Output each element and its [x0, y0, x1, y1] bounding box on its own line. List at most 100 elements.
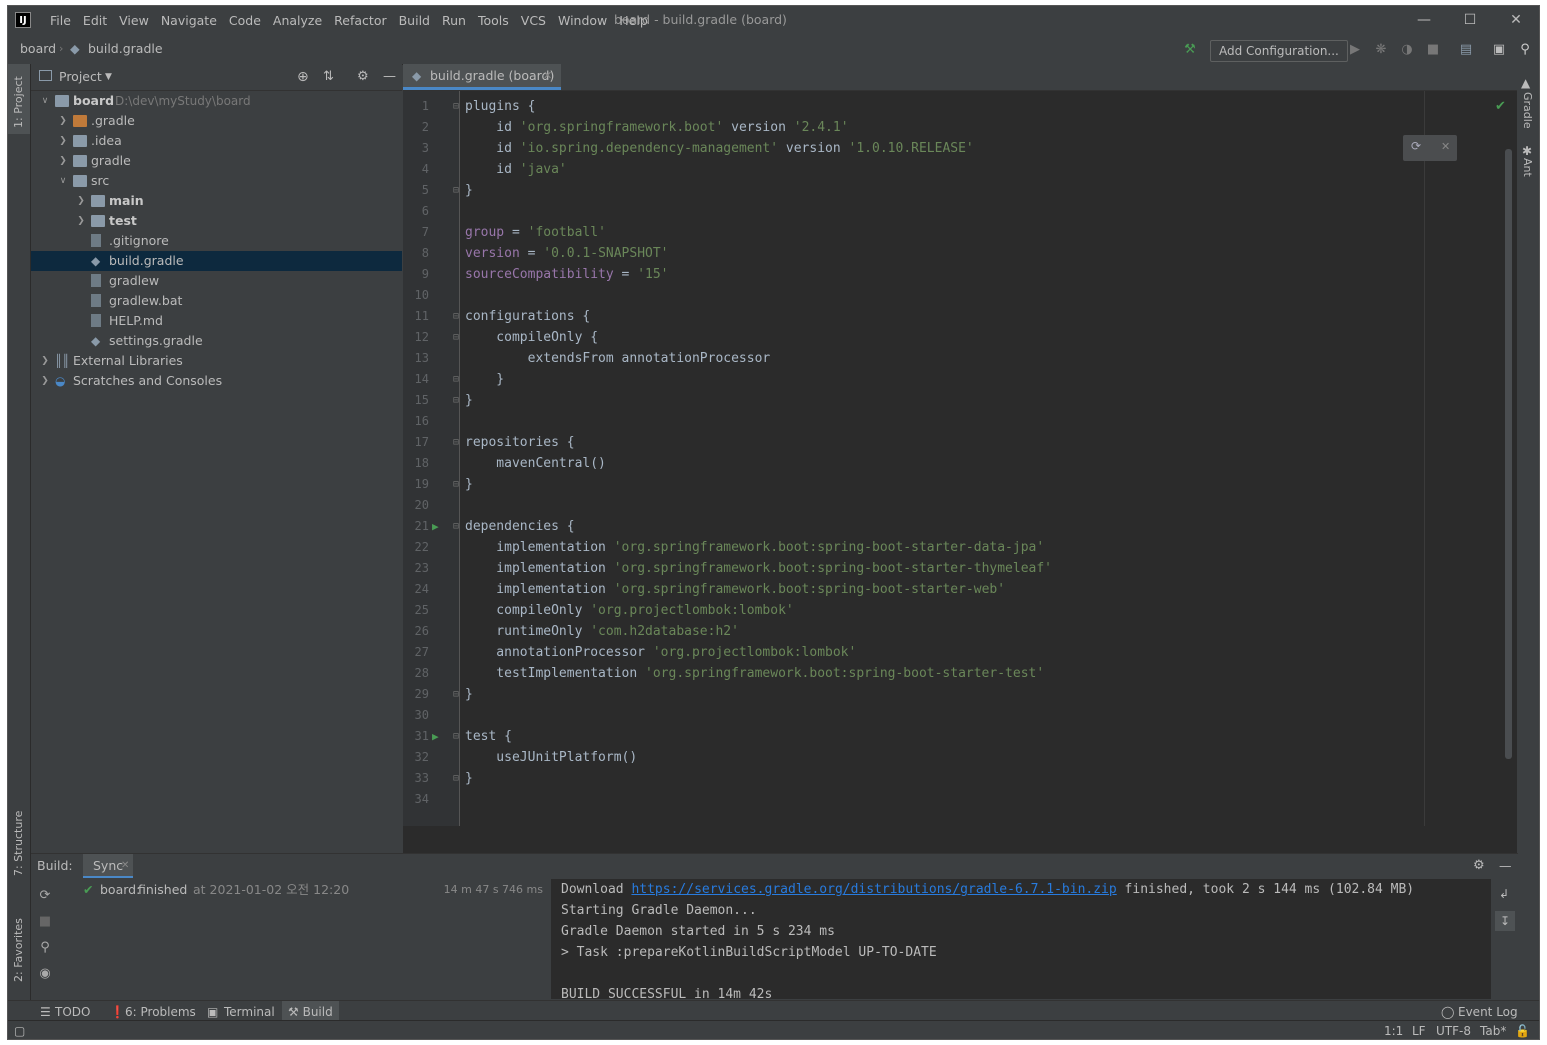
fold-marker-icon[interactable]: ⊟	[453, 390, 459, 411]
chevron-right-icon[interactable]: ❯	[57, 111, 69, 131]
caret-position[interactable]: 1:1	[1384, 1021, 1403, 1039]
gradle-tool-button[interactable]: Gradle	[1521, 92, 1534, 129]
chevron-right-icon[interactable]: ❯	[75, 191, 87, 211]
menu-item-tools[interactable]: Tools	[472, 6, 515, 36]
run-gutter-icon[interactable]: ▶	[432, 516, 439, 537]
tree-item[interactable]: .gitignore	[31, 231, 402, 251]
chevron-right-icon[interactable]: ❯	[39, 371, 51, 391]
code-line[interactable]: 26 runtimeOnly 'com.h2database:h2'	[403, 621, 1513, 642]
fold-marker-icon[interactable]: ⊟	[453, 516, 459, 537]
menu-item-vcs[interactable]: VCS	[515, 6, 552, 36]
build-result-row[interactable]: ✔ board: finished at 2021-01-02 오전 12:20…	[61, 879, 547, 901]
tree-item[interactable]: ∨ board D:\dev\myStudy\board	[31, 91, 402, 111]
code-line[interactable]: 33 ⊟}	[403, 768, 1513, 789]
project-structure-icon[interactable]: ▤	[1457, 41, 1475, 59]
tree-item[interactable]: ❯ ║║ External Libraries	[31, 351, 402, 371]
menu-item-file[interactable]: File	[44, 6, 77, 36]
tab-build-gradle[interactable]: ◆ build.gradle (board) ✕	[403, 64, 561, 90]
indent-setting[interactable]: Tab*	[1480, 1021, 1506, 1039]
inspection-ok-icon[interactable]: ✔	[1495, 99, 1506, 114]
stop-icon[interactable]: ■	[1424, 41, 1442, 59]
code-line[interactable]: 24 implementation 'org.springframework.b…	[403, 579, 1513, 600]
menu-item-build[interactable]: Build	[393, 6, 436, 36]
chevron-right-icon[interactable]: ❯	[57, 151, 69, 171]
menu-item-window[interactable]: Window	[552, 6, 613, 36]
stop-icon[interactable]: ■	[37, 914, 53, 930]
tree-item[interactable]: ❯ ◒ Scratches and Consoles	[31, 371, 402, 391]
code-line[interactable]: 30	[403, 705, 1513, 726]
code-line[interactable]: 29 ⊟}	[403, 684, 1513, 705]
code-line[interactable]: 16	[403, 411, 1513, 432]
chevron-down-icon[interactable]: ∨	[39, 91, 51, 111]
file-encoding[interactable]: UTF-8	[1436, 1021, 1471, 1039]
breadcrumb-file[interactable]: build.gradle	[88, 36, 163, 62]
close-tab-icon[interactable]: ✕	[543, 64, 552, 88]
editor-scrollbar[interactable]	[1505, 149, 1512, 759]
breadcrumb-project[interactable]: board	[20, 36, 56, 62]
close-icon[interactable]: ✕	[1441, 140, 1450, 153]
toggle-tool-windows-icon[interactable]: ▢	[14, 1021, 25, 1039]
tree-item[interactable]: ❯ test	[31, 211, 402, 231]
code-line[interactable]: 27 annotationProcessor 'org.projectlombo…	[403, 642, 1513, 663]
hide-icon[interactable]: —	[1499, 854, 1512, 878]
menu-item-analyze[interactable]: Analyze	[267, 6, 328, 36]
tab-sync[interactable]: Sync ✕	[83, 854, 133, 878]
code-line[interactable]: 19 ⊟}	[403, 474, 1513, 495]
run-icon[interactable]: ▶	[1346, 41, 1364, 59]
ant-tool-button[interactable]: Ant	[1521, 158, 1534, 177]
code-line[interactable]: 2 id 'org.springframework.boot' version …	[403, 117, 1513, 138]
gear-icon[interactable]: ⚙	[357, 64, 369, 90]
code-line[interactable]: 12 ⊟ compileOnly {	[403, 327, 1513, 348]
code-line[interactable]: 7 group = 'football'	[403, 222, 1513, 243]
code-line[interactable]: 18 mavenCentral()	[403, 453, 1513, 474]
maximize-icon[interactable]: ☐	[1447, 6, 1493, 34]
gear-icon[interactable]: ⚙	[1473, 854, 1485, 878]
hammer-icon[interactable]: ⚒	[1181, 41, 1199, 59]
chevron-right-icon[interactable]: ❯	[57, 131, 69, 151]
tree-item[interactable]: ❯ main	[31, 191, 402, 211]
fold-marker-icon[interactable]: ⊟	[453, 369, 459, 390]
pin-icon[interactable]: ⚲	[37, 940, 53, 956]
fold-marker-icon[interactable]: ⊟	[453, 306, 459, 327]
hide-icon[interactable]: —	[383, 64, 396, 90]
debug-icon[interactable]: ❋	[1372, 41, 1390, 59]
coverage-icon[interactable]: ◑	[1398, 41, 1416, 59]
tree-item[interactable]: ❯ gradle	[31, 151, 402, 171]
tree-item[interactable]: ◆ build.gradle	[31, 251, 402, 271]
code-line[interactable]: 13 extendsFrom annotationProcessor	[403, 348, 1513, 369]
close-tab-icon[interactable]: ✕	[121, 854, 129, 878]
soft-wrap-icon[interactable]: ↲	[1499, 887, 1509, 901]
collapse-all-icon[interactable]: ⇅	[323, 64, 334, 90]
fold-marker-icon[interactable]: ⊟	[453, 684, 459, 705]
tree-item[interactable]: ❯ .idea	[31, 131, 402, 151]
project-tool-button[interactable]: 1: Project	[12, 76, 25, 128]
code-line[interactable]: 6	[403, 201, 1513, 222]
menu-item-run[interactable]: Run	[436, 6, 472, 36]
code-line[interactable]: 32 useJUnitPlatform()	[403, 747, 1513, 768]
chevron-down-icon[interactable]: ∨	[57, 171, 69, 191]
close-icon[interactable]: ✕	[1493, 6, 1539, 34]
code-line[interactable]: 4 id 'java'	[403, 159, 1513, 180]
code-line[interactable]: 31 ▶ ⊟ test {	[403, 726, 1513, 747]
add-configuration-button[interactable]: Add Configuration...	[1210, 40, 1348, 62]
chevron-down-icon[interactable]: ▼	[105, 64, 112, 90]
eye-icon[interactable]: ◉	[37, 966, 53, 982]
favorites-tool-button[interactable]: 2: Favorites	[12, 918, 25, 982]
tree-item[interactable]: gradlew.bat	[31, 291, 402, 311]
code-line[interactable]: 11 ⊟ configurations {	[403, 306, 1513, 327]
gradle-reload-icon[interactable]: ⟳	[1411, 139, 1421, 153]
tree-item[interactable]: HELP.md	[31, 311, 402, 331]
lock-icon[interactable]: 🔓	[1515, 1021, 1530, 1039]
tree-item[interactable]: ◆ settings.gradle	[31, 331, 402, 351]
minimize-icon[interactable]: —	[1401, 6, 1447, 34]
scroll-to-end-icon[interactable]: ↧	[1495, 911, 1515, 931]
tree-item[interactable]: ❯ .gradle	[31, 111, 402, 131]
locate-icon[interactable]: ⊕	[297, 64, 309, 90]
code-line[interactable]: 15 ⊟}	[403, 390, 1513, 411]
fold-marker-icon[interactable]: ⊟	[453, 432, 459, 453]
run-gutter-icon[interactable]: ▶	[432, 726, 439, 747]
tree-item[interactable]: gradlew	[31, 271, 402, 291]
menu-item-edit[interactable]: Edit	[77, 6, 113, 36]
menu-item-refactor[interactable]: Refactor	[328, 6, 392, 36]
code-line[interactable]: 8 version = '0.0.1-SNAPSHOT'	[403, 243, 1513, 264]
